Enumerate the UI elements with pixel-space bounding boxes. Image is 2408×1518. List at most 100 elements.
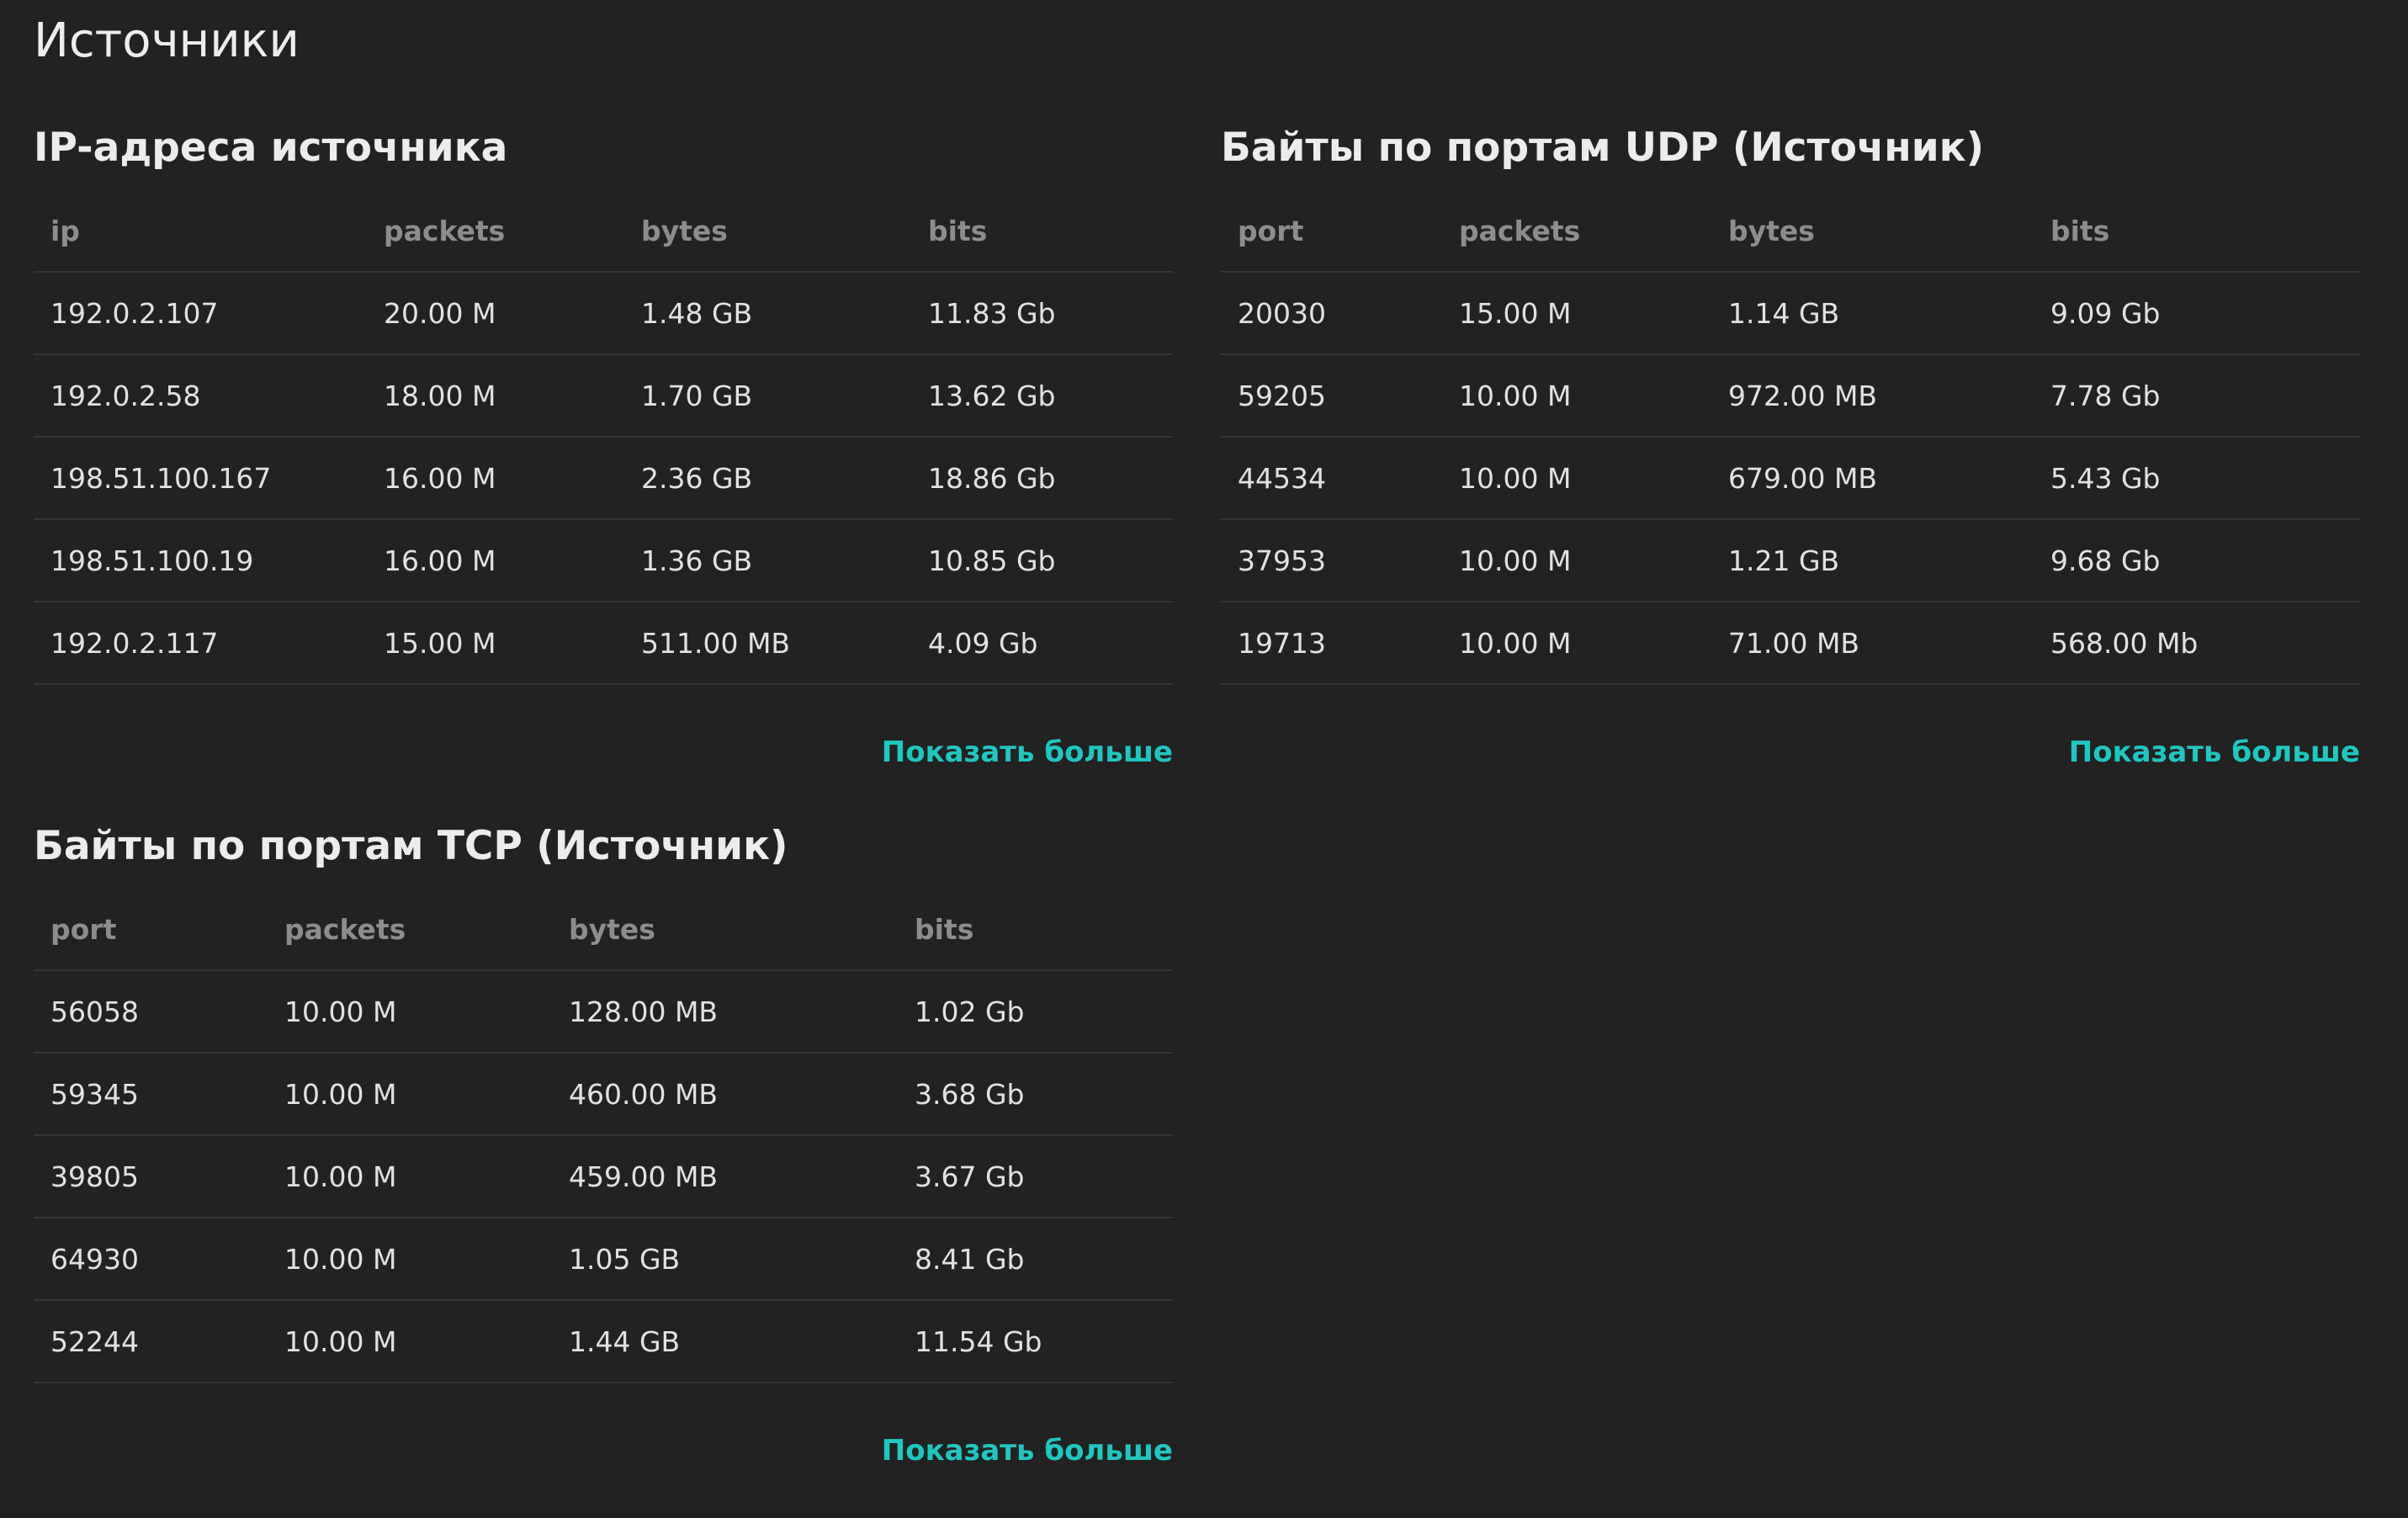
column-header-packets[interactable]: packets	[268, 889, 552, 971]
card-title: Байты по портам UDP (Источник)	[1221, 125, 1985, 171]
table-row: 198.51.100.167 16.00 M 2.36 GB 18.86 Gb	[34, 437, 1173, 520]
cell-packets: 10.00 M	[268, 970, 552, 1054]
cell-bytes: 71.00 MB	[1711, 602, 2034, 685]
cell-bytes: 1.14 GB	[1711, 272, 2034, 355]
cell-ip: 198.51.100.167	[34, 437, 367, 520]
cell-port: 59345	[34, 1053, 268, 1136]
show-more-row: Показать больше	[34, 1383, 1173, 1518]
cell-packets: 16.00 M	[367, 519, 624, 602]
source-ip-table: ip packets bytes bits 192.0.2.107 20.00 …	[34, 190, 1173, 685]
cell-bytes: 1.44 GB	[552, 1300, 898, 1383]
cell-bytes: 972.00 MB	[1711, 354, 2034, 438]
cell-packets: 10.00 M	[268, 1135, 552, 1218]
cell-bits: 9.09 Gb	[2034, 272, 2360, 355]
column-header-bytes[interactable]: bytes	[552, 889, 898, 971]
cell-bits: 18.86 Gb	[911, 437, 1173, 520]
cell-bits: 4.09 Gb	[911, 602, 1173, 685]
show-more-link[interactable]: Показать больше	[882, 1434, 1173, 1468]
column-header-bits[interactable]: bits	[898, 889, 1173, 971]
cell-bytes: 1.36 GB	[624, 519, 911, 602]
cell-bits: 8.41 Gb	[898, 1218, 1173, 1301]
cell-bits: 11.54 Gb	[898, 1300, 1173, 1383]
table-header-row: ip packets bytes bits	[34, 190, 1173, 273]
column-header-packets[interactable]: packets	[367, 190, 624, 273]
cell-port: 52244	[34, 1300, 268, 1383]
column-header-bytes[interactable]: bytes	[624, 190, 911, 273]
cell-port: 39805	[34, 1135, 268, 1218]
column-header-bits[interactable]: bits	[911, 190, 1173, 273]
column-header-bits[interactable]: bits	[2034, 190, 2360, 273]
tcp-ports-card: Байты по портам TCP (Источник) port pack…	[34, 813, 1173, 1518]
cell-packets: 10.00 M	[1442, 437, 1711, 520]
table-row: 192.0.2.58 18.00 M 1.70 GB 13.62 Gb	[34, 354, 1173, 438]
show-more-link[interactable]: Показать больше	[2069, 735, 2360, 769]
column-header-port[interactable]: port	[34, 889, 268, 971]
table-row: 59205 10.00 M 972.00 MB 7.78 Gb	[1221, 354, 2360, 438]
table-header-row: port packets bytes bits	[1221, 190, 2360, 273]
table-row: 192.0.2.107 20.00 M 1.48 GB 11.83 Gb	[34, 272, 1173, 355]
card-title: Байты по портам TCP (Источник)	[34, 823, 788, 869]
cell-ip: 192.0.2.117	[34, 602, 367, 685]
cell-bytes: 460.00 MB	[552, 1053, 898, 1136]
cell-ip: 192.0.2.58	[34, 354, 367, 438]
cell-packets: 18.00 M	[367, 354, 624, 438]
cell-packets: 10.00 M	[268, 1218, 552, 1301]
cell-packets: 15.00 M	[367, 602, 624, 685]
cell-ip: 198.51.100.19	[34, 519, 367, 602]
table-row: 20030 15.00 M 1.14 GB 9.09 Gb	[1221, 272, 2360, 355]
table-row: 56058 10.00 M 128.00 MB 1.02 Gb	[34, 970, 1173, 1054]
cell-bytes: 2.36 GB	[624, 437, 911, 520]
source-ip-card: IP-адреса источника ip packets bytes bit…	[34, 114, 1173, 820]
table-row: 52244 10.00 M 1.44 GB 11.54 Gb	[34, 1300, 1173, 1383]
table-row: 64930 10.00 M 1.05 GB 8.41 Gb	[34, 1218, 1173, 1301]
table-row: 192.0.2.117 15.00 M 511.00 MB 4.09 Gb	[34, 602, 1173, 685]
table-row: 44534 10.00 M 679.00 MB 5.43 Gb	[1221, 437, 2360, 520]
table-row: 198.51.100.19 16.00 M 1.36 GB 10.85 Gb	[34, 519, 1173, 602]
cell-bits: 9.68 Gb	[2034, 519, 2360, 602]
show-more-row: Показать больше	[34, 685, 1173, 820]
table-row: 39805 10.00 M 459.00 MB 3.67 Gb	[34, 1135, 1173, 1218]
cell-bytes: 128.00 MB	[552, 970, 898, 1054]
udp-ports-card: Байты по портам UDP (Источник) port pack…	[1221, 114, 2360, 820]
cell-bits: 7.78 Gb	[2034, 354, 2360, 438]
cell-bits: 3.67 Gb	[898, 1135, 1173, 1218]
show-more-row: Показать больше	[1221, 685, 2360, 820]
table-header-row: port packets bytes bits	[34, 889, 1173, 971]
table-row: 19713 10.00 M 71.00 MB 568.00 Mb	[1221, 602, 2360, 685]
udp-ports-table: port packets bytes bits 20030 15.00 M 1.…	[1221, 190, 2360, 685]
cell-port: 59205	[1221, 354, 1442, 438]
cell-packets: 15.00 M	[1442, 272, 1711, 355]
cell-bytes: 1.05 GB	[552, 1218, 898, 1301]
cell-packets: 10.00 M	[268, 1300, 552, 1383]
cell-packets: 10.00 M	[1442, 602, 1711, 685]
cell-packets: 10.00 M	[1442, 354, 1711, 438]
cell-ip: 192.0.2.107	[34, 272, 367, 355]
table-row: 59345 10.00 M 460.00 MB 3.68 Gb	[34, 1053, 1173, 1136]
show-more-link[interactable]: Показать больше	[882, 735, 1173, 769]
column-header-packets[interactable]: packets	[1442, 190, 1711, 273]
cell-bits: 5.43 Gb	[2034, 437, 2360, 520]
cell-bytes: 679.00 MB	[1711, 437, 2034, 520]
cell-bytes: 1.21 GB	[1711, 519, 2034, 602]
cell-port: 37953	[1221, 519, 1442, 602]
cell-bits: 1.02 Gb	[898, 970, 1173, 1054]
cell-bytes: 459.00 MB	[552, 1135, 898, 1218]
card-title: IP-адреса источника	[34, 125, 508, 171]
cell-packets: 10.00 M	[1442, 519, 1711, 602]
column-header-port[interactable]: port	[1221, 190, 1442, 273]
page-title: Источники	[34, 13, 300, 68]
cell-port: 64930	[34, 1218, 268, 1301]
column-header-bytes[interactable]: bytes	[1711, 190, 2034, 273]
cell-bits: 3.68 Gb	[898, 1053, 1173, 1136]
cell-port: 44534	[1221, 437, 1442, 520]
cell-bytes: 1.48 GB	[624, 272, 911, 355]
cell-bytes: 1.70 GB	[624, 354, 911, 438]
cell-bytes: 511.00 MB	[624, 602, 911, 685]
tcp-ports-table: port packets bytes bits 56058 10.00 M 12…	[34, 889, 1173, 1383]
cell-bits: 11.83 Gb	[911, 272, 1173, 355]
cell-bits: 568.00 Mb	[2034, 602, 2360, 685]
cell-bits: 10.85 Gb	[911, 519, 1173, 602]
cell-port: 19713	[1221, 602, 1442, 685]
cell-packets: 20.00 M	[367, 272, 624, 355]
column-header-ip[interactable]: ip	[34, 190, 367, 273]
